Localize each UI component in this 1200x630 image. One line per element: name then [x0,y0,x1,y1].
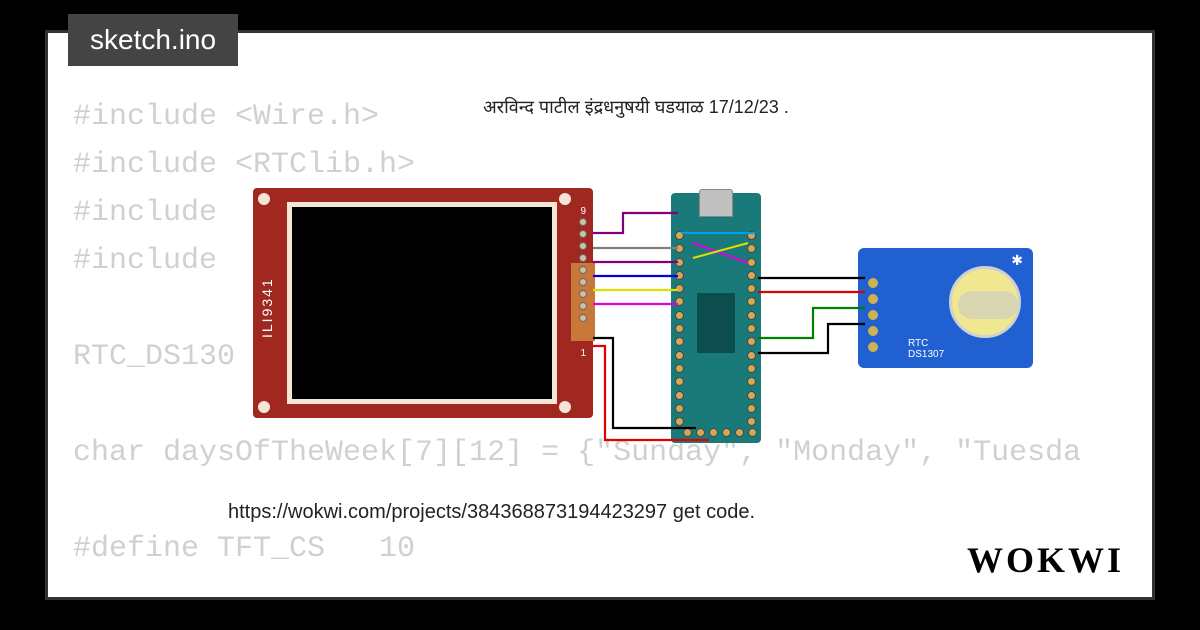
tft-mounting-hole [559,193,571,205]
circuit-diagram[interactable]: ILI9341 9 1 [253,188,1073,458]
wire-rtc-sda [758,308,865,338]
component-arduino-nano[interactable] [671,193,761,443]
component-tft-ili9341[interactable]: ILI9341 9 1 [253,188,593,418]
tft-screen [287,202,557,404]
tft-pin-marker-9: 9 [580,206,586,217]
rtc-coin-battery [949,266,1021,338]
file-tab-label: sketch.ino [90,24,216,55]
rtc-pin-header [868,278,878,352]
nano-mcu-chip [697,293,735,353]
note-title: अरविन्द पाटील इंद्रधनुषयी घडयाळ 17/12/23… [483,95,789,119]
nano-usb-port [699,189,733,217]
note-url: https://wokwi.com/projects/3843688731944… [228,501,755,524]
tft-pin-header [579,218,587,322]
file-tab[interactable]: sketch.ino [68,14,238,66]
tft-chip-label: ILI9341 [259,277,275,338]
wire-purple [593,213,678,233]
wokwi-logo: WOKWI [967,539,1124,581]
tft-mounting-hole [258,401,270,413]
rtc-label: RTCDS1307 [908,338,944,360]
adafruit-star-icon: ✱ [1011,252,1023,269]
nano-pins-right [747,231,757,426]
tft-mounting-hole [258,193,270,205]
preview-frame: #include <Wire.h> #include <RTClib.h> #i… [45,30,1155,600]
nano-pins-bottom [683,428,757,437]
component-rtc-ds1307[interactable]: ✱ RTCDS1307 [858,248,1033,368]
wire-rtc-scl [758,324,865,353]
tft-pin-marker-1: 1 [580,348,586,359]
nano-pins-left [675,231,685,426]
tft-mounting-hole [559,401,571,413]
